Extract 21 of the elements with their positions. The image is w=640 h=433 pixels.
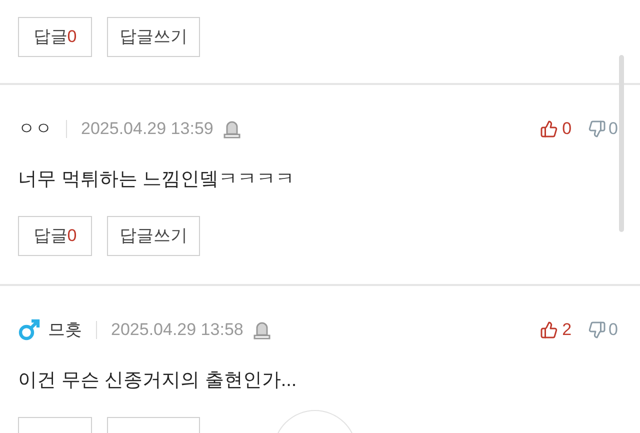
comment-text: 너무 먹튀하는 느낌인뎈ㅋㅋㅋㅋ: [18, 168, 296, 192]
siren-icon[interactable]: [223, 119, 242, 139]
comment-date: 2025.04.29 13:59: [81, 118, 214, 140]
thumbs-up-icon[interactable]: [540, 321, 558, 339]
reply-count-button[interactable]: 답글0: [18, 17, 92, 57]
siren-icon[interactable]: [253, 320, 272, 340]
comment-text: 이건 무슨 신종거지의 출현인가...: [18, 369, 298, 393]
author-name: 므흣: [48, 319, 82, 342]
like-count: 0: [562, 118, 572, 140]
thumbs-down-icon[interactable]: [588, 321, 606, 339]
write-reply-button[interactable]: 답글쓰기: [107, 216, 200, 256]
thumbs-down-icon[interactable]: [588, 120, 606, 138]
thumbs-up-icon[interactable]: [540, 120, 558, 138]
comment-date: 2025.04.29 13:58: [111, 319, 244, 342]
like-count: 2: [562, 319, 572, 342]
scrollbar[interactable]: [619, 55, 624, 232]
write-reply-button[interactable]: 답글쓰기: [107, 17, 200, 57]
author-name: ㅇㅇ: [18, 118, 52, 140]
dislike-count: 0: [608, 319, 618, 342]
dislike-count: 0: [608, 118, 618, 140]
reply-count-button[interactable]: 답글0: [18, 216, 92, 256]
